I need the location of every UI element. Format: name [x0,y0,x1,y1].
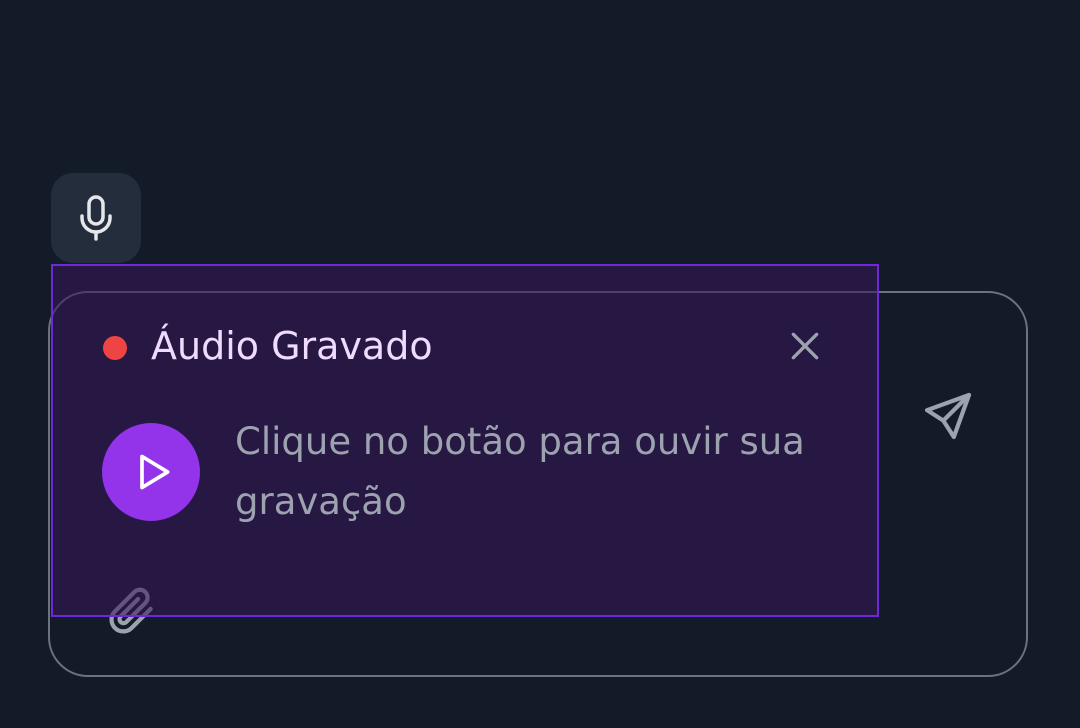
microphone-icon [80,195,112,241]
chat-input-area: Áudio Gravado Clique no botão para ouvir… [0,0,1080,728]
send-icon [924,392,972,440]
panel-title: Áudio Gravado [151,324,433,368]
recording-indicator [103,336,127,360]
microphone-button[interactable] [51,173,141,263]
recorded-audio-panel: Áudio Gravado Clique no botão para ouvir… [51,264,879,617]
play-button[interactable] [102,423,200,521]
close-button[interactable] [781,322,829,370]
play-icon [140,454,170,490]
send-button[interactable] [916,384,980,448]
playback-hint: Clique no botão para ouvir sua gravação [235,420,805,523]
close-icon [791,332,819,360]
